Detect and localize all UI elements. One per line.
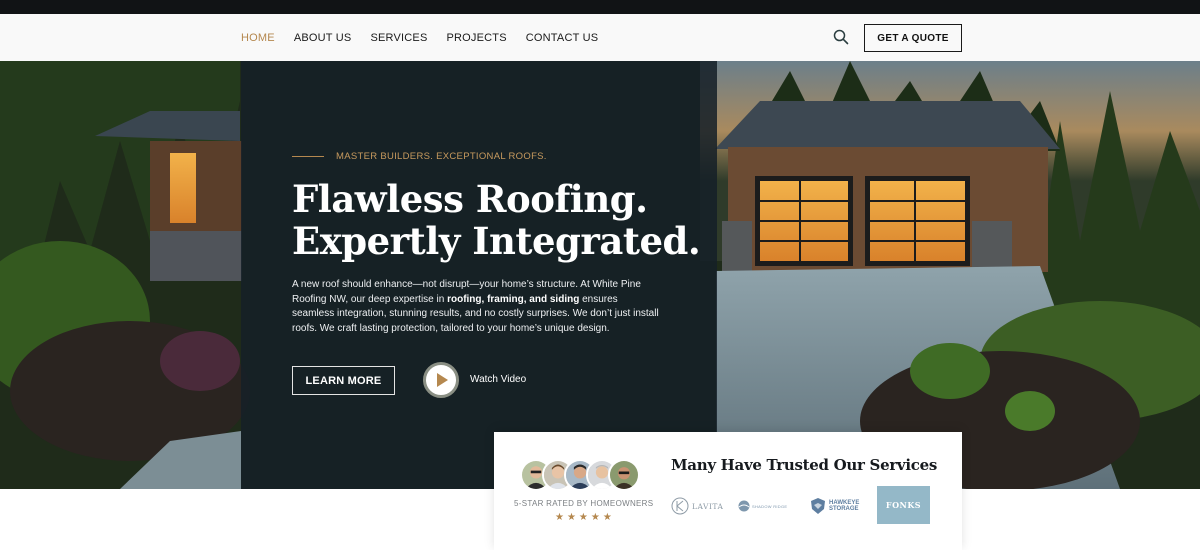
nav-home[interactable]: HOME (241, 32, 275, 44)
get-a-quote-button[interactable]: GET A QUOTE (864, 24, 962, 52)
hawkeye-line-1: HAWKEYE (829, 499, 860, 506)
top-bar (0, 0, 1200, 14)
search-icon[interactable] (833, 29, 849, 45)
hero-title-line-2: Expertly Integrated. (292, 219, 701, 263)
lavita-logo-text: LAVITA (692, 501, 724, 511)
homeowner-avatars (520, 459, 644, 493)
hawkeye-shield-icon (811, 498, 825, 514)
hero-desc-bold: roofing, framing, and siding (447, 293, 580, 305)
trust-title: Many Have Trusted Our Services (671, 456, 937, 474)
client-logo-shadow-ridge: SHADOW RIDGE (738, 488, 787, 524)
watch-video-link[interactable]: Watch Video (470, 374, 526, 385)
nav-services[interactable]: SERVICES (370, 32, 427, 44)
learn-more-button[interactable]: LEARN MORE (292, 366, 395, 395)
client-logo-hawkeye-storage: HAWKEYE STORAGE (810, 488, 859, 524)
eyebrow-divider (292, 156, 324, 157)
nav-contact-us[interactable]: CONTACT US (526, 32, 599, 44)
hero-description: A new roof should enhance—not disrupt—yo… (292, 278, 662, 336)
nav-projects[interactable]: PROJECTS (446, 32, 506, 44)
five-star-rated-label: 5-STAR RATED BY HOMEOWNERS (514, 499, 654, 508)
main-navigation: HOME ABOUT US SERVICES PROJECTS CONTACT … (0, 14, 1200, 61)
hero-title: Flawless Roofing. Expertly Integrated. (292, 178, 712, 262)
fonks-logo-text: FONKS (885, 500, 922, 510)
eyebrow-text: MASTER BUILDERS. EXCEPTIONAL ROOFS. (336, 151, 547, 162)
shadow-ridge-logo-icon (738, 500, 750, 512)
hawkeye-line-2: STORAGE (829, 506, 859, 512)
star-rating: ★★★★★ (555, 512, 615, 523)
hawkeye-logo-text: HAWKEYE STORAGE (829, 500, 859, 513)
nav-about-us[interactable]: ABOUT US (294, 32, 352, 44)
watch-video-play-button[interactable] (423, 362, 459, 398)
avatar (608, 459, 640, 491)
client-logo-lavita: LAVITA (671, 488, 723, 524)
lavita-logo-icon (671, 497, 689, 515)
hero-eyebrow: MASTER BUILDERS. EXCEPTIONAL ROOFS. (292, 151, 547, 162)
trust-card: 5-STAR RATED BY HOMEOWNERS ★★★★★ Many Ha… (494, 432, 962, 550)
hero-overlay-panel (241, 61, 717, 489)
client-logo-fonks: FONKS (877, 486, 930, 524)
hero-title-line-1: Flawless Roofing. (292, 177, 648, 221)
hero-section: MASTER BUILDERS. EXCEPTIONAL ROOFS. Flaw… (0, 61, 1200, 489)
nav-links: HOME ABOUT US SERVICES PROJECTS CONTACT … (241, 14, 598, 61)
shadow-ridge-logo-text: SHADOW RIDGE (752, 503, 788, 509)
play-icon (437, 373, 448, 387)
